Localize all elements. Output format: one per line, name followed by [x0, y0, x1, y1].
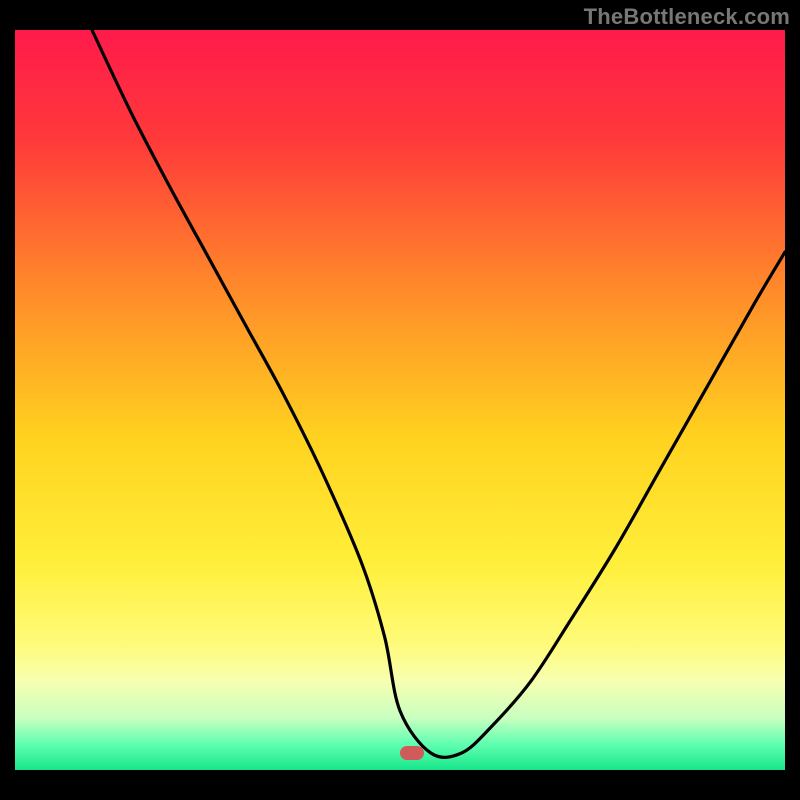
plot-area — [15, 30, 785, 770]
bottleneck-curve — [15, 30, 785, 770]
chart-frame: TheBottleneck.com — [0, 0, 800, 800]
watermark-text: TheBottleneck.com — [584, 4, 790, 30]
optimal-point-marker — [400, 746, 424, 760]
